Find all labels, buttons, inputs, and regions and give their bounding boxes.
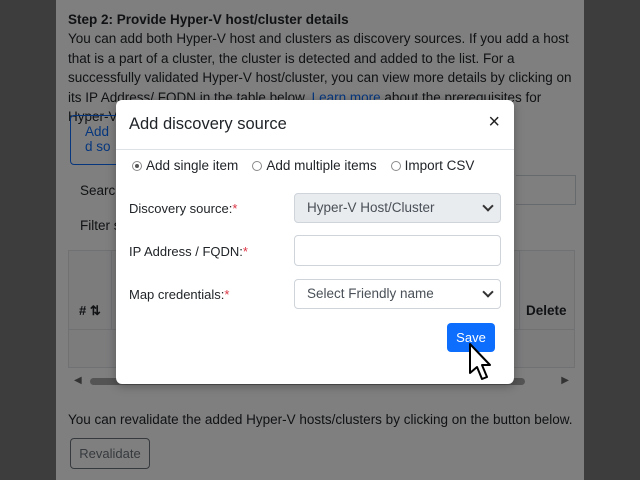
radio-button[interactable] [390,160,401,171]
map-credentials-label: Map credentials:* [129,287,229,302]
radio-add-single-item[interactable]: Add single item [132,158,238,173]
chevron-down-icon [482,286,494,298]
select-value: Select Friendly name [307,286,434,301]
mouse-cursor-icon [469,343,491,380]
label-text: Map credentials: [129,287,225,302]
radio-label: Import CSV [404,158,475,173]
input-mode-radio-group: Add single item Add multiple items Impor… [132,158,474,173]
required-marker: * [224,287,230,302]
label-text: Discovery source: [129,201,233,216]
add-discovery-source-modal: Add discovery source × Add single item A… [116,100,514,384]
modal-header: Add discovery source × [116,100,514,150]
radio-import-csv[interactable]: Import CSV [390,158,475,173]
radio-label: Add multiple items [266,158,377,173]
radio-add-multiple-items[interactable]: Add multiple items [252,158,377,173]
map-credentials-select[interactable]: Select Friendly name [294,279,501,309]
required-marker: * [242,244,248,259]
label-text: IP Address / FQDN: [129,244,243,259]
discovery-source-label: Discovery source:* [129,201,237,216]
radio-button[interactable] [132,160,142,171]
radio-label: Add single item [146,158,239,173]
chevron-down-icon [482,200,494,212]
ip-address-label: IP Address / FQDN:* [129,244,248,259]
radio-button[interactable] [252,160,263,171]
ip-address-fqdn-input[interactable] [294,235,501,266]
required-marker: * [232,201,238,216]
modal-title: Add discovery source [129,115,287,133]
discovery-source-select[interactable]: Hyper-V Host/Cluster [294,193,501,223]
close-icon[interactable]: × [488,112,500,132]
select-value: Hyper-V Host/Cluster [307,200,435,215]
